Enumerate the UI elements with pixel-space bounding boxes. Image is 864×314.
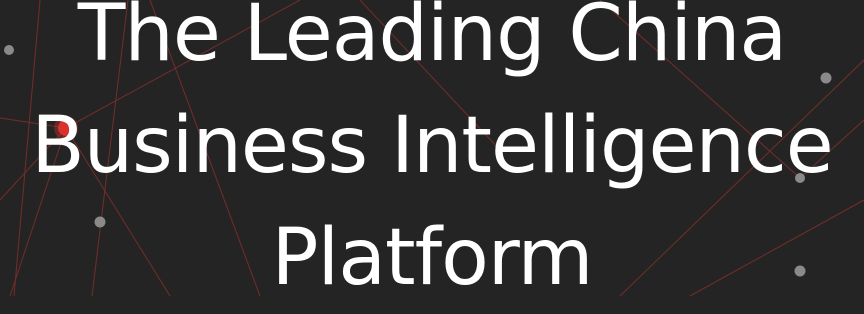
hero-headline: The Leading China Business Intelligence … bbox=[0, 0, 864, 314]
headline-line-3: Platform bbox=[271, 213, 594, 303]
hero-banner: The Leading China Business Intelligence … bbox=[0, 0, 864, 303]
headline-line-1: The Leading China bbox=[77, 0, 787, 79]
headline-line-2: Business Intelligence bbox=[31, 101, 834, 191]
